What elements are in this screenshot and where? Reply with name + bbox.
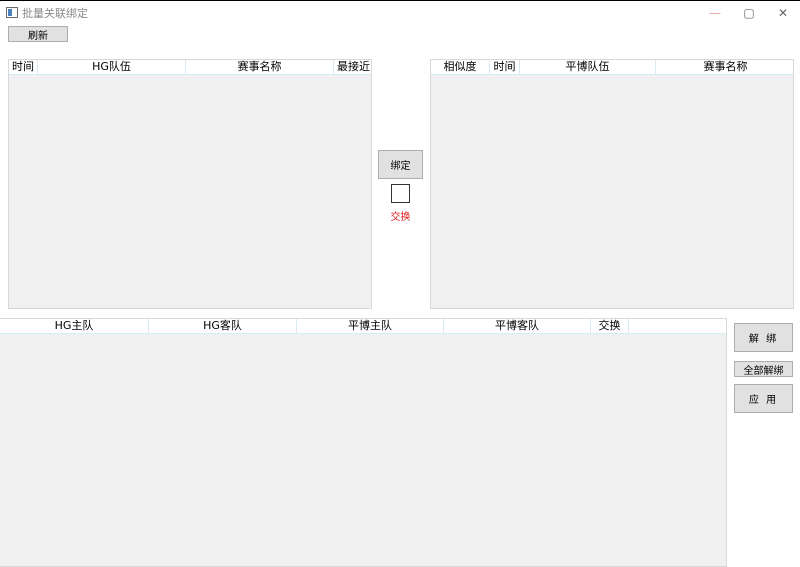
unbind-button[interactable]: 解 绑: [734, 323, 793, 352]
column-header-pinbet-team[interactable]: 平博队伍: [520, 60, 656, 74]
minimize-icon[interactable]: —: [700, 4, 730, 22]
refresh-button[interactable]: 刷新: [8, 26, 68, 42]
unbind-all-button[interactable]: 全部解绑: [734, 361, 793, 377]
column-header-similarity[interactable]: 相似度: [431, 60, 490, 74]
app-icon: [6, 7, 18, 18]
swap-label: 交换: [390, 212, 411, 223]
maximize-icon[interactable]: ▢: [734, 4, 764, 22]
column-header-hg-home[interactable]: HG主队: [0, 319, 149, 333]
hg-match-list[interactable]: 时间 HG队伍 赛事名称 最接近: [8, 59, 372, 309]
hg-list-header: 时间 HG队伍 赛事名称 最接近: [9, 60, 371, 75]
window-title: 批量关联绑定: [22, 7, 88, 20]
column-header-event-name[interactable]: 赛事名称: [186, 60, 334, 74]
bind-button[interactable]: 绑定: [378, 150, 423, 179]
column-header-time[interactable]: 时间: [9, 60, 38, 74]
column-header-pinbet-away[interactable]: 平博客队: [444, 319, 591, 333]
column-header-time[interactable]: 时间: [490, 60, 520, 74]
column-header-empty: [629, 319, 727, 333]
column-header-swap[interactable]: 交换: [591, 319, 629, 333]
close-icon[interactable]: ✕: [768, 4, 798, 22]
pinbet-match-list[interactable]: 相似度 时间 平博队伍 赛事名称: [430, 59, 794, 309]
column-header-pinbet-home[interactable]: 平博主队: [297, 319, 444, 333]
binding-list[interactable]: HG主队 HG客队 平博主队 平博客队 交换: [0, 318, 727, 567]
pb-list-header: 相似度 时间 平博队伍 赛事名称: [431, 60, 793, 75]
title-bar: 批量关联绑定 — ▢ ✕: [0, 0, 800, 24]
column-header-hg-team[interactable]: HG队伍: [38, 60, 186, 74]
column-header-hg-away[interactable]: HG客队: [149, 319, 297, 333]
swap-checkbox[interactable]: [391, 184, 410, 203]
column-header-closest[interactable]: 最接近: [334, 60, 373, 74]
column-header-event-name[interactable]: 赛事名称: [656, 60, 795, 74]
binding-list-header: HG主队 HG客队 平博主队 平博客队 交换: [0, 319, 726, 334]
apply-button[interactable]: 应 用: [734, 384, 793, 413]
